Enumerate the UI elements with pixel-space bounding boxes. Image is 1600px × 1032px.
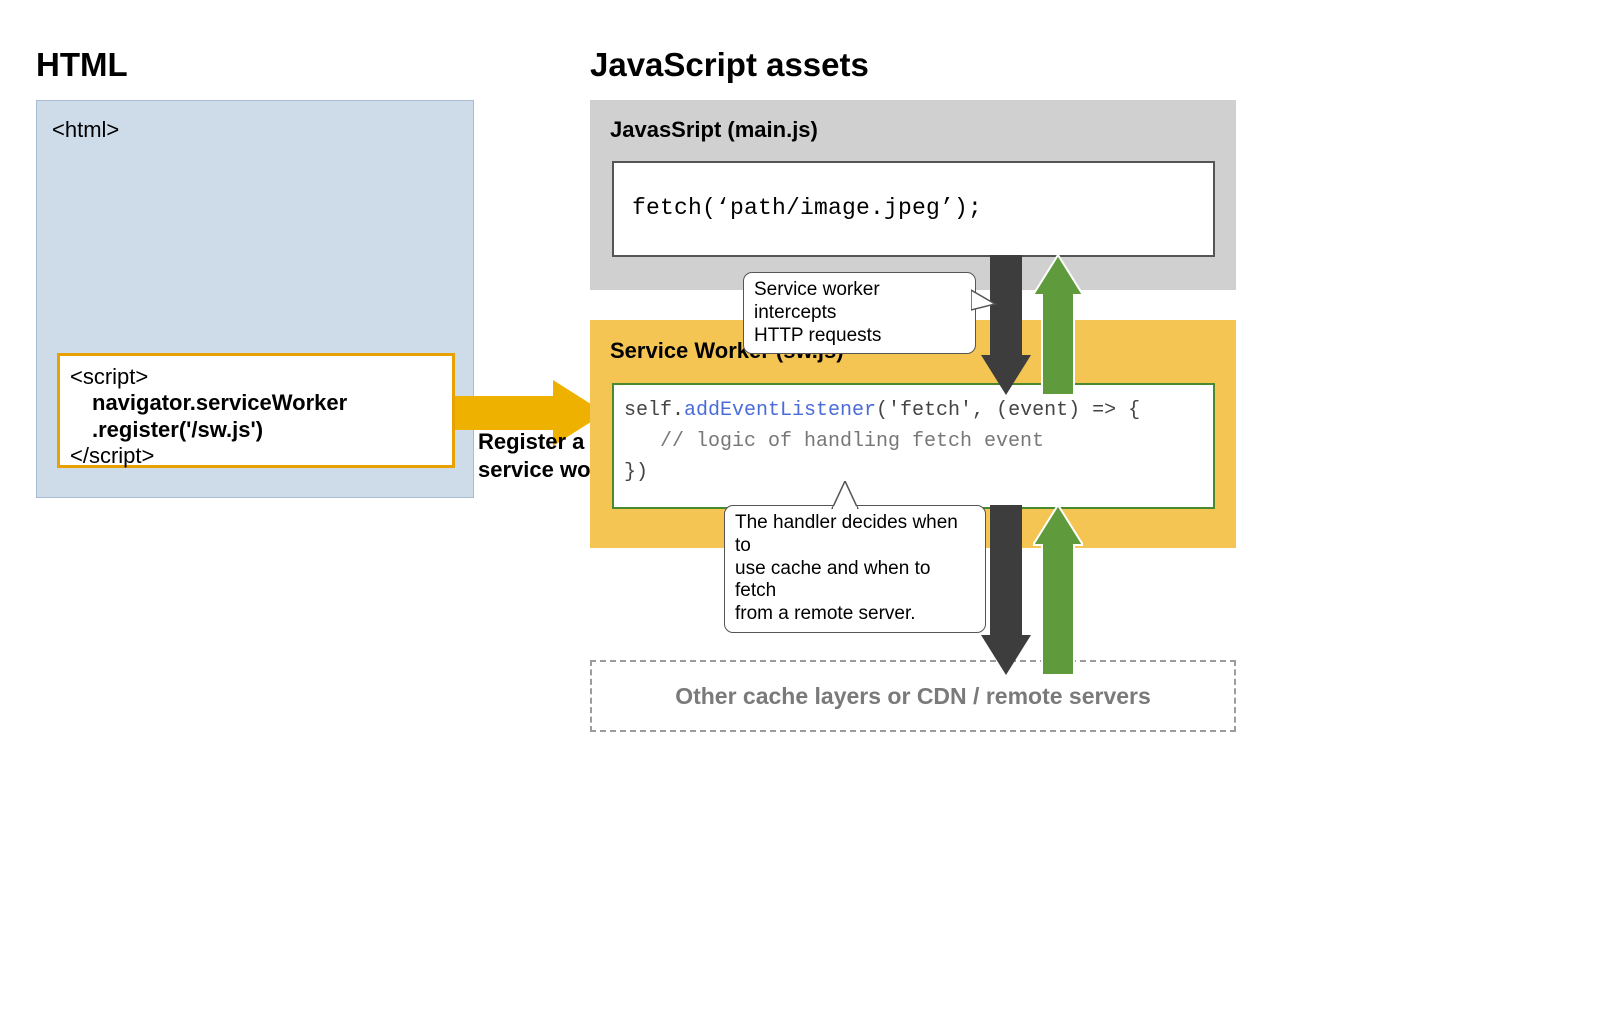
script-close: </script>: [70, 443, 442, 469]
bubble1-l2: HTTP requests: [754, 325, 881, 346]
arrow-down-top: [981, 255, 1031, 395]
script-line-1: navigator.serviceWorker: [70, 390, 442, 416]
bubble1-tail: [971, 286, 1001, 316]
bubble2-tail: [828, 481, 862, 509]
bubble-intercepts: Service worker intercepts HTTP requests: [743, 272, 976, 354]
sw-code-l1b: addEventListener: [684, 399, 876, 422]
bottom-cache-label: Other cache layers or CDN / remote serve…: [675, 683, 1151, 710]
sw-code-l1a: self.: [624, 399, 684, 422]
html-open-tag: <html>: [52, 117, 119, 143]
sw-code-l1c: ('fetch', (event) => {: [876, 399, 1140, 422]
heading-js-assets: JavaScript assets: [590, 46, 869, 84]
sw-code-box: self.addEventListener('fetch', (event) =…: [612, 383, 1215, 509]
sw-code-l3: }): [624, 457, 1203, 488]
script-line-2: .register('/sw.js'): [70, 417, 442, 443]
bubble2-l3: from a remote server.: [735, 603, 916, 624]
bubble2-l2: use cache and when to fetch: [735, 558, 930, 602]
heading-html: HTML: [36, 46, 128, 84]
script-open: <script>: [70, 364, 442, 390]
js-main-title: JavasSript (main.js): [610, 117, 818, 143]
sw-code-l1: self.addEventListener('fetch', (event) =…: [624, 395, 1203, 426]
bottom-cache-box: Other cache layers or CDN / remote serve…: [590, 660, 1236, 732]
script-register-box: <script> navigator.serviceWorker .regist…: [57, 353, 455, 468]
arrow-down-bottom: [981, 505, 1031, 675]
bubble2-l1: The handler decides when to: [735, 512, 958, 556]
arrow-up-bottom: [1033, 505, 1083, 675]
bubble1-l1: Service worker intercepts: [754, 279, 880, 323]
register-label-l1: Register a: [478, 429, 584, 454]
arrow-up-top: [1033, 255, 1083, 395]
fetch-code-box: fetch(‘path/image.jpeg’);: [612, 161, 1215, 257]
sw-code-l2: // logic of handling fetch event: [624, 426, 1203, 457]
bubble-handler: The handler decides when to use cache an…: [724, 505, 986, 633]
